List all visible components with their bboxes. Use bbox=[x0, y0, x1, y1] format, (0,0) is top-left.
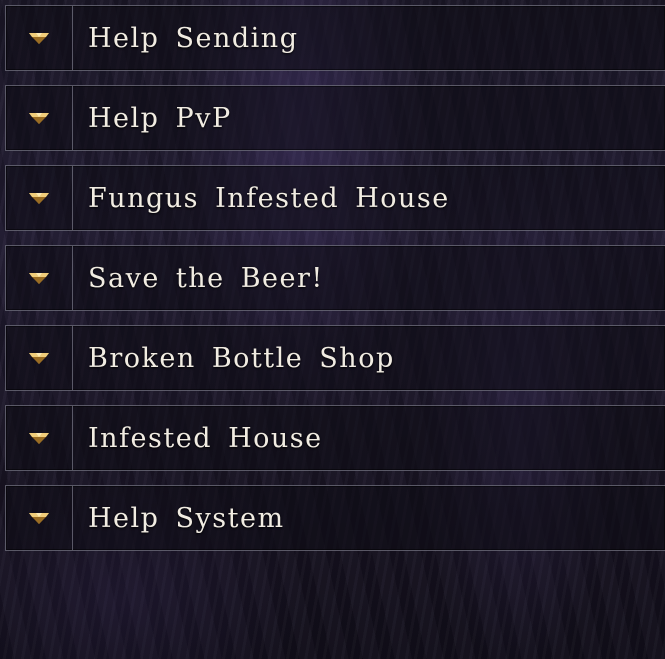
menu-item-label: Help PvP bbox=[88, 102, 232, 134]
gold-gem-arrow-icon bbox=[29, 193, 49, 204]
menu-item-help-sending[interactable]: Help Sending bbox=[5, 5, 665, 71]
gold-gem-arrow-icon bbox=[29, 273, 49, 284]
menu-item-icon-cell bbox=[6, 246, 73, 310]
gold-gem-arrow-icon bbox=[29, 433, 49, 444]
menu-item-label: Help System bbox=[88, 502, 285, 534]
gold-gem-arrow-icon bbox=[29, 513, 49, 524]
menu-item-label: Broken Bottle Shop bbox=[88, 342, 395, 374]
dialogue-menu: Help Sending Help PvP Fungus Infested Ho… bbox=[5, 5, 665, 565]
menu-item-label: Save the Beer! bbox=[88, 262, 324, 294]
menu-item-label: Infested House bbox=[88, 422, 323, 454]
gold-gem-arrow-icon bbox=[29, 113, 49, 124]
menu-item-broken-bottle-shop[interactable]: Broken Bottle Shop bbox=[5, 325, 665, 391]
menu-item-infested-house[interactable]: Infested House bbox=[5, 405, 665, 471]
gold-gem-arrow-icon bbox=[29, 33, 49, 44]
menu-item-icon-cell bbox=[6, 486, 73, 550]
menu-item-label: Fungus Infested House bbox=[88, 182, 450, 214]
menu-item-icon-cell bbox=[6, 166, 73, 230]
menu-item-icon-cell bbox=[6, 326, 73, 390]
menu-item-icon-cell bbox=[6, 406, 73, 470]
menu-item-icon-cell bbox=[6, 86, 73, 150]
menu-item-help-pvp[interactable]: Help PvP bbox=[5, 85, 665, 151]
menu-item-save-the-beer[interactable]: Save the Beer! bbox=[5, 245, 665, 311]
menu-item-fungus-infested-house[interactable]: Fungus Infested House bbox=[5, 165, 665, 231]
menu-item-label: Help Sending bbox=[88, 22, 299, 54]
menu-item-icon-cell bbox=[6, 6, 73, 70]
gold-gem-arrow-icon bbox=[29, 353, 49, 364]
menu-item-help-system[interactable]: Help System bbox=[5, 485, 665, 551]
